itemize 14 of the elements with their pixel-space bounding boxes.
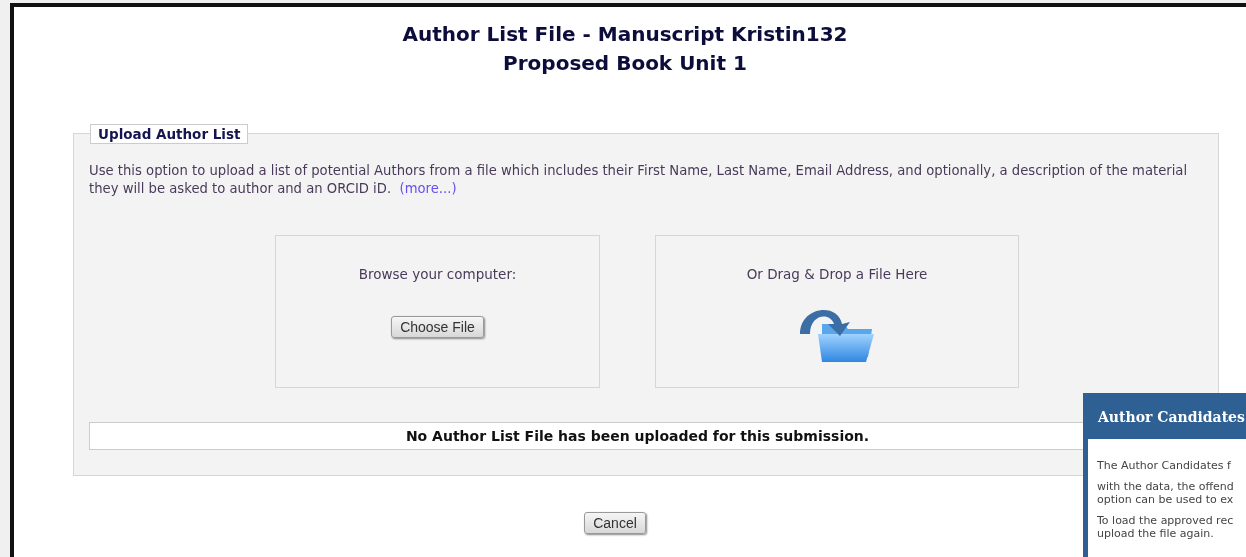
popup-title: Author Candidates	[1088, 398, 1246, 439]
page-title: Proposed Book Unit 1	[503, 50, 747, 77]
description-text: Use this option to upload a list of potential Authors from a file which includes their First Name, Last Name, Email Address, and optionally, a description of the material they will be asked to author and an ORCID iD. (more...)	[89, 162, 1189, 198]
choose-file-button[interactable]: Choose File	[391, 316, 484, 338]
panel-legend: Upload Author List	[90, 124, 249, 144]
popup-text: The Author Candidates f	[1097, 459, 1232, 472]
drop-zone[interactable]: Or Drag & Drop a File Here	[655, 235, 1019, 388]
more-link[interactable]: (more...)	[399, 181, 457, 196]
cancel-button[interactable]: Cancel	[584, 512, 646, 534]
popup-text: with the data, the offend option can be used to ex	[1097, 480, 1235, 506]
popup-text: To load the approved rec upload the file again.	[1097, 514, 1235, 540]
page-title: Author List File - Manuscript Kristin132	[402, 21, 848, 48]
browse-label: Browse your computer:	[358, 266, 517, 282]
drop-label: Or Drag & Drop a File Here	[746, 266, 928, 282]
